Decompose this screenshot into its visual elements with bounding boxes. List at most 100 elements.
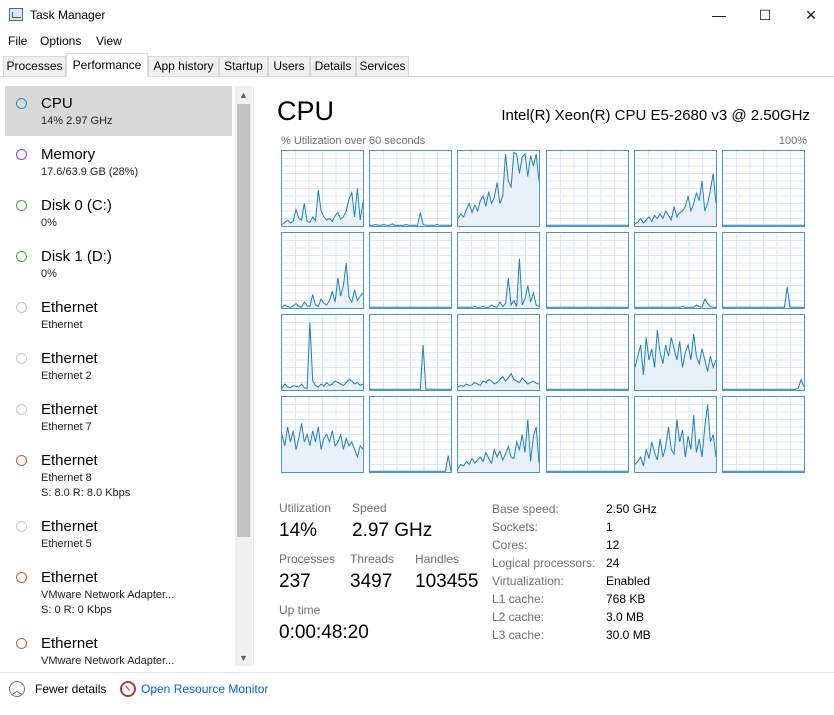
speed-value: 2.97 GHz: [352, 520, 433, 541]
sidebar-item-detail: Ethernet 7: [41, 421, 92, 433]
cpu-core-graph: [281, 232, 364, 309]
open-resource-monitor-link[interactable]: Open Resource Monitor: [141, 682, 268, 696]
status-circle-icon: [16, 98, 27, 109]
tab-services[interactable]: Services: [356, 56, 409, 76]
cpu-core-graph: [546, 314, 629, 391]
sidebar-item-ethernet[interactable]: Ethernet VMware Network Adapter...: [5, 626, 232, 666]
cpu-core-graph: [457, 396, 540, 473]
sidebar-item-name: CPU: [41, 95, 73, 112]
cpu-core-graph: [634, 232, 717, 309]
chevron-up-icon[interactable]: ︿: [9, 681, 25, 697]
processes-label: Processes: [279, 552, 336, 566]
resource-monitor-icon[interactable]: [120, 681, 136, 697]
sidebar-item-ethernet[interactable]: Ethernet Ethernet 5: [5, 509, 232, 559]
detail-label: L2 cache:: [492, 610, 545, 624]
handles-value: 103455: [415, 571, 479, 592]
task-manager-icon: [9, 8, 23, 21]
tab-startup[interactable]: Startup: [219, 56, 268, 76]
tab-processes[interactable]: Processes: [3, 56, 66, 76]
tab-app-history[interactable]: App history: [148, 56, 219, 76]
utilization-value: 14%: [279, 520, 318, 541]
uptime-label: Up time: [279, 603, 321, 617]
resource-title: CPU: [277, 96, 335, 126]
threads-value: 3497: [350, 571, 393, 592]
sidebar-item-detail: Ethernet: [41, 319, 83, 331]
scroll-down-arrow-icon[interactable]: ▼: [235, 649, 252, 666]
cpu-core-graph: [369, 396, 452, 473]
cpu-core-graph: [634, 150, 717, 227]
cpu-core-graph: [281, 314, 364, 391]
sidebar-item-name: Ethernet: [41, 299, 98, 316]
sidebar-item-detail: VMware Network Adapter...: [41, 655, 175, 666]
sidebar-item-name: Ethernet: [41, 635, 98, 652]
scroll-up-arrow-icon[interactable]: ▲: [235, 86, 252, 103]
minimize-button[interactable]: —: [696, 0, 742, 30]
sidebar-item-cpu[interactable]: CPU 14% 2.97 GHz: [5, 86, 232, 136]
tab-bar: Processes Performance App history Startu…: [0, 53, 834, 77]
sidebar-item-disk-1-d[interactable]: Disk 1 (D:) 0%: [5, 239, 232, 289]
tab-users[interactable]: Users: [268, 56, 310, 76]
sidebar-item-ethernet[interactable]: Ethernet Ethernet 8 S: 8.0 R: 8.0 Kbps: [5, 443, 232, 505]
title-bar[interactable]: Task Manager — ☐ ✕: [0, 0, 834, 30]
sidebar-item-detail: Ethernet 5: [41, 538, 92, 550]
menu-options[interactable]: Options: [40, 34, 81, 48]
maximize-button[interactable]: ☐: [742, 0, 788, 30]
detail-value: 12: [606, 538, 620, 552]
cpu-core-graph: [281, 150, 364, 227]
sidebar-item-disk-0-c[interactable]: Disk 0 (C:) 0%: [5, 188, 232, 238]
cpu-core-graph: [722, 396, 805, 473]
detail-value: 768 KB: [606, 592, 646, 606]
status-circle-icon: [16, 302, 27, 313]
cpu-core-graph: [457, 232, 540, 309]
sidebar-item-detail: Ethernet 8: [41, 472, 92, 484]
speed-label: Speed: [352, 501, 387, 515]
utilization-label: Utilization: [279, 501, 332, 515]
detail-value: Enabled: [606, 574, 651, 588]
graph-caption: % Utilization over 60 seconds: [281, 135, 426, 147]
detail-value: 30.0 MB: [606, 628, 651, 642]
menu-view[interactable]: View: [96, 34, 122, 48]
cpu-core-graph: [546, 396, 629, 473]
cpu-core-graph: [634, 314, 717, 391]
detail-value: 24: [606, 556, 620, 570]
scroll-thumb[interactable]: [237, 104, 250, 537]
cpu-core-graph: [281, 396, 364, 473]
cpu-core-graph: [722, 150, 805, 227]
cpu-core-graph: [457, 314, 540, 391]
status-circle-icon: [16, 353, 27, 364]
tab-details[interactable]: Details: [310, 56, 356, 76]
sidebar-item-throughput: S: 0 R: 0 Kbps: [41, 604, 112, 616]
status-circle-icon: [16, 572, 27, 583]
uptime-value: 0:00:48:20: [279, 622, 369, 643]
sidebar-item-ethernet[interactable]: Ethernet Ethernet 2: [5, 341, 232, 391]
cpu-core-graph: [546, 232, 629, 309]
sidebar-item-ethernet[interactable]: Ethernet Ethernet 7: [5, 392, 232, 442]
sidebar-item-ethernet[interactable]: Ethernet VMware Network Adapter... S: 0 R:…: [5, 560, 232, 622]
detail-value: 2.50 GHz: [606, 502, 657, 516]
detail-label: Sockets:: [492, 520, 539, 534]
detail-label: Cores:: [492, 538, 528, 552]
detail-label: L3 cache:: [492, 628, 545, 642]
sidebar-item-name: Ethernet: [41, 401, 98, 418]
tab-performance[interactable]: Performance: [66, 53, 148, 77]
sidebar-item-memory[interactable]: Memory 17.6/63.9 GB (28%): [5, 137, 232, 187]
detail-label: Virtualization:: [492, 574, 564, 588]
close-button[interactable]: ✕: [788, 0, 834, 30]
sidebar-item-ethernet[interactable]: Ethernet Ethernet: [5, 290, 232, 340]
fewer-details-link[interactable]: Fewer details: [35, 682, 106, 696]
sidebar-item-detail: 0%: [41, 268, 57, 280]
sidebar-item-name: Ethernet: [41, 518, 98, 535]
cpu-core-graph: [369, 232, 452, 309]
cpu-core-graph: [457, 150, 540, 227]
sidebar-item-name: Disk 0 (C:): [41, 197, 112, 214]
window-title: Task Manager: [30, 8, 106, 22]
cpu-core-graph: [369, 150, 452, 227]
menu-file[interactable]: File: [8, 34, 27, 48]
sidebar-item-detail: 17.6/63.9 GB (28%): [41, 166, 139, 178]
status-circle-icon: [16, 638, 27, 649]
menu-bar: File Options View: [0, 31, 834, 51]
sidebar-item-name: Ethernet: [41, 350, 98, 367]
status-circle-icon: [16, 251, 27, 262]
sidebar-item-detail: 14% 2.97 GHz: [41, 115, 113, 127]
cpu-core-graph: [546, 150, 629, 227]
